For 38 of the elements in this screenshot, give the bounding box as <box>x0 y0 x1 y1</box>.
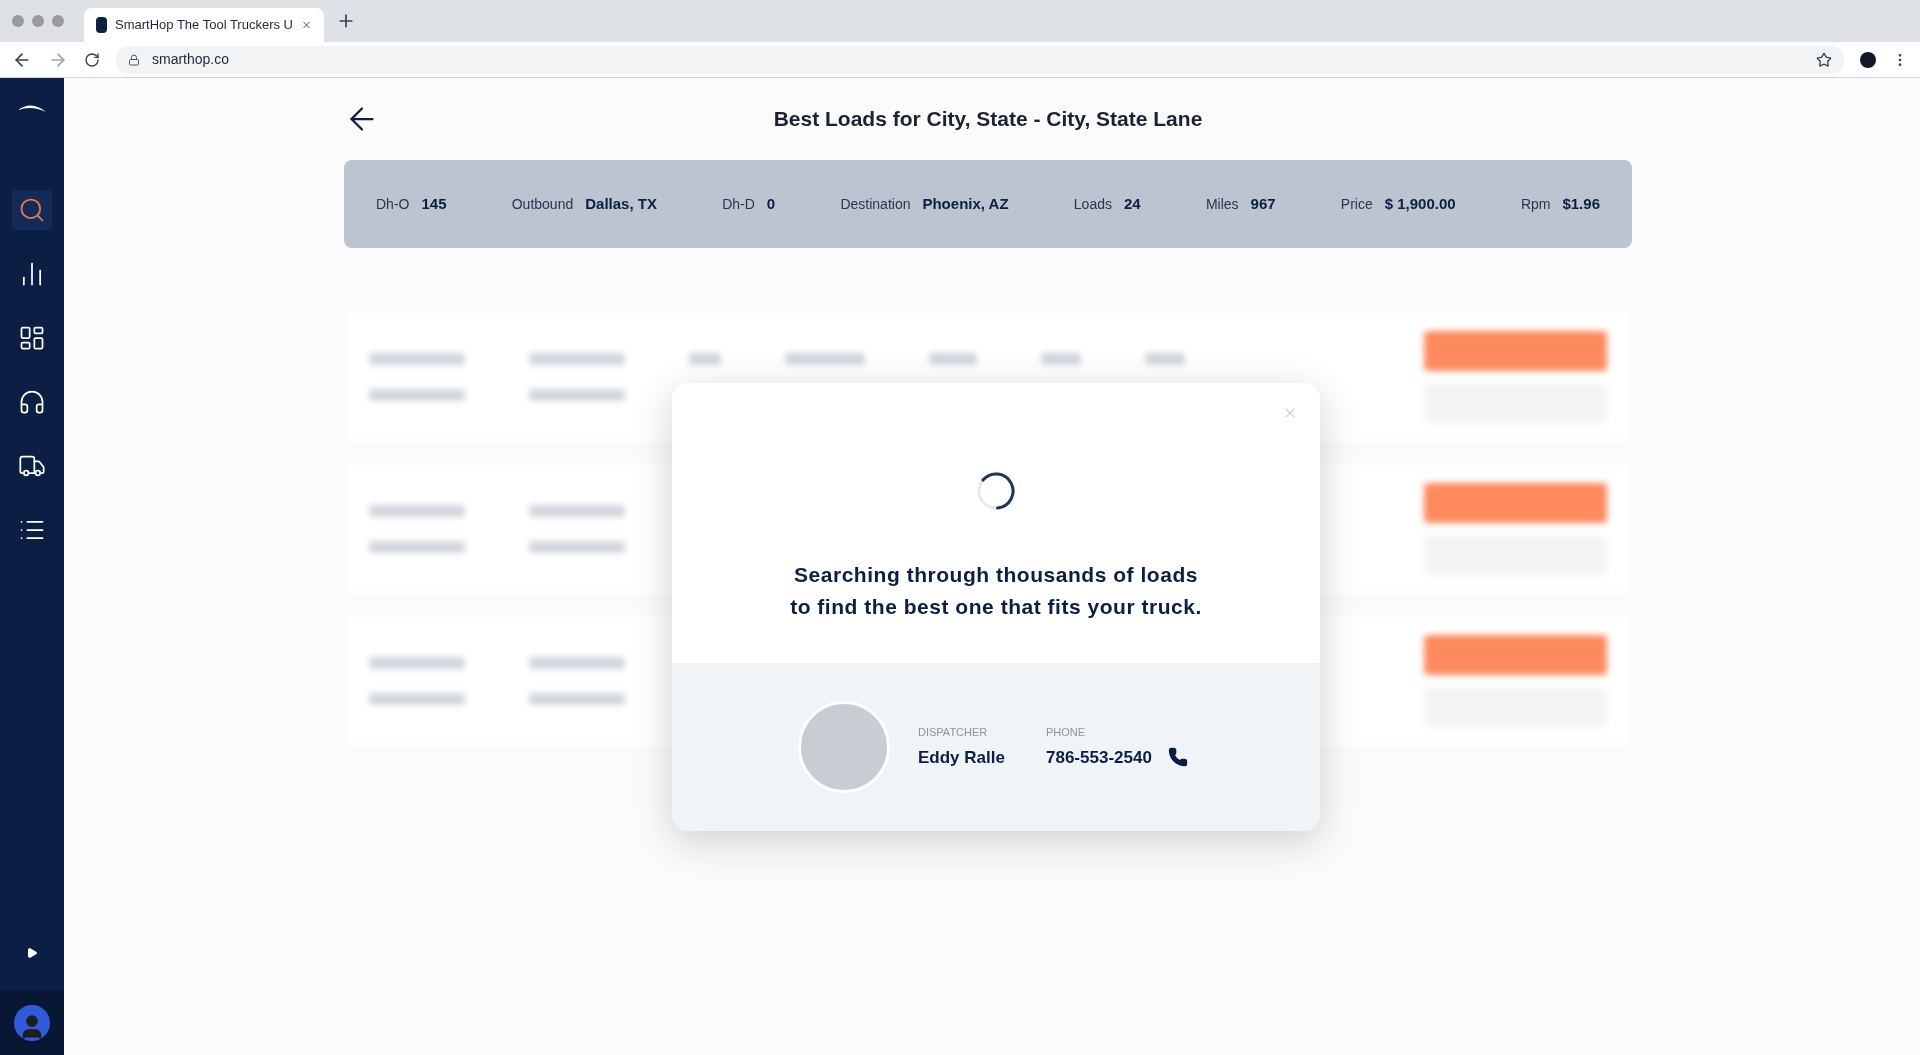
user-avatar[interactable] <box>14 1005 50 1041</box>
search-message: Searching through thousands of loads to find the best one that fits your truck. <box>790 562 1202 620</box>
summary-label: Loads <box>1073 194 1112 214</box>
summary-value: Dallas, TX <box>585 193 657 214</box>
favicon-icon <box>96 17 107 33</box>
summary-value: $1.96 <box>1562 193 1600 214</box>
page-title: Best Loads for City, State - City, State Lane <box>772 106 1204 133</box>
dispatcher-label: DISPATCHER <box>918 725 989 740</box>
summary-label: Price <box>1340 194 1373 214</box>
address-bar[interactable]: smarthop.co <box>116 45 1844 74</box>
reload-icon[interactable] <box>84 51 100 68</box>
dispatcher-name: Eddy Ralle <box>918 746 1006 769</box>
url-text: smarthop.co <box>152 50 230 69</box>
lock-icon <box>128 53 140 66</box>
search-icon <box>18 196 46 224</box>
summary-label: Outbound <box>511 194 574 214</box>
summary-label: Dh-O <box>376 194 410 214</box>
summary-value: 967 <box>1250 193 1276 214</box>
summary-label: Rpm <box>1520 194 1551 214</box>
summary-value: $ 1,900.00 <box>1384 193 1456 214</box>
summary-label: Miles <box>1205 194 1239 214</box>
profile-icon[interactable] <box>1860 51 1876 68</box>
phone-icon[interactable] <box>1167 747 1188 768</box>
expand-icon[interactable] <box>26 947 38 959</box>
tab-title: SmartHop The Tool Truckers U <box>115 16 293 35</box>
star-icon[interactable] <box>1816 51 1832 68</box>
summary-label: Destination <box>840 194 911 214</box>
summary-value: Phoenix, AZ <box>922 193 1009 214</box>
phone-number: 786-553-2540 <box>1046 746 1152 769</box>
summary-value: 0 <box>766 193 776 214</box>
summary-value: 145 <box>421 193 447 214</box>
summary-value: 24 <box>1123 193 1141 214</box>
browser-tab[interactable]: SmartHop The Tool Truckers U <box>84 8 324 42</box>
summary-label: Dh-D <box>722 194 755 214</box>
headset-icon <box>18 388 46 416</box>
loading-spinner-icon <box>976 471 1016 511</box>
dashboard-icon <box>18 324 46 352</box>
phone-label: PHONE <box>1046 725 1087 740</box>
